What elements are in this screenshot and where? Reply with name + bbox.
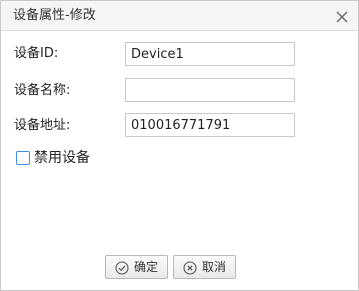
close-icon[interactable] <box>335 9 349 23</box>
disable-device-label: 禁用设备 <box>34 150 90 166</box>
device-name-label: 设备名称: <box>14 83 71 98</box>
dialog-titlebar: 设备属性-修改 <box>1 1 358 31</box>
cancel-button[interactable]: 取消 <box>173 255 236 279</box>
device-id-label: 设备ID: <box>14 46 59 61</box>
disable-device-option[interactable]: 禁用设备 <box>16 150 90 166</box>
device-properties-dialog: 设备属性-修改 设备ID: 设备名称: 设备地址: 禁用设备 确定 <box>0 0 359 291</box>
disable-device-checkbox[interactable] <box>16 151 30 165</box>
cancel-button-label: 取消 <box>202 260 227 274</box>
device-name-input[interactable] <box>125 78 295 102</box>
device-address-label: 设备地址: <box>14 118 71 133</box>
check-circle-icon <box>115 260 129 275</box>
device-id-input[interactable] <box>125 42 295 66</box>
confirm-button-label: 确定 <box>134 260 159 274</box>
confirm-button[interactable]: 确定 <box>105 255 168 279</box>
device-address-input[interactable] <box>125 113 295 137</box>
dialog-title: 设备属性-修改 <box>13 8 96 23</box>
x-circle-icon <box>183 260 197 275</box>
